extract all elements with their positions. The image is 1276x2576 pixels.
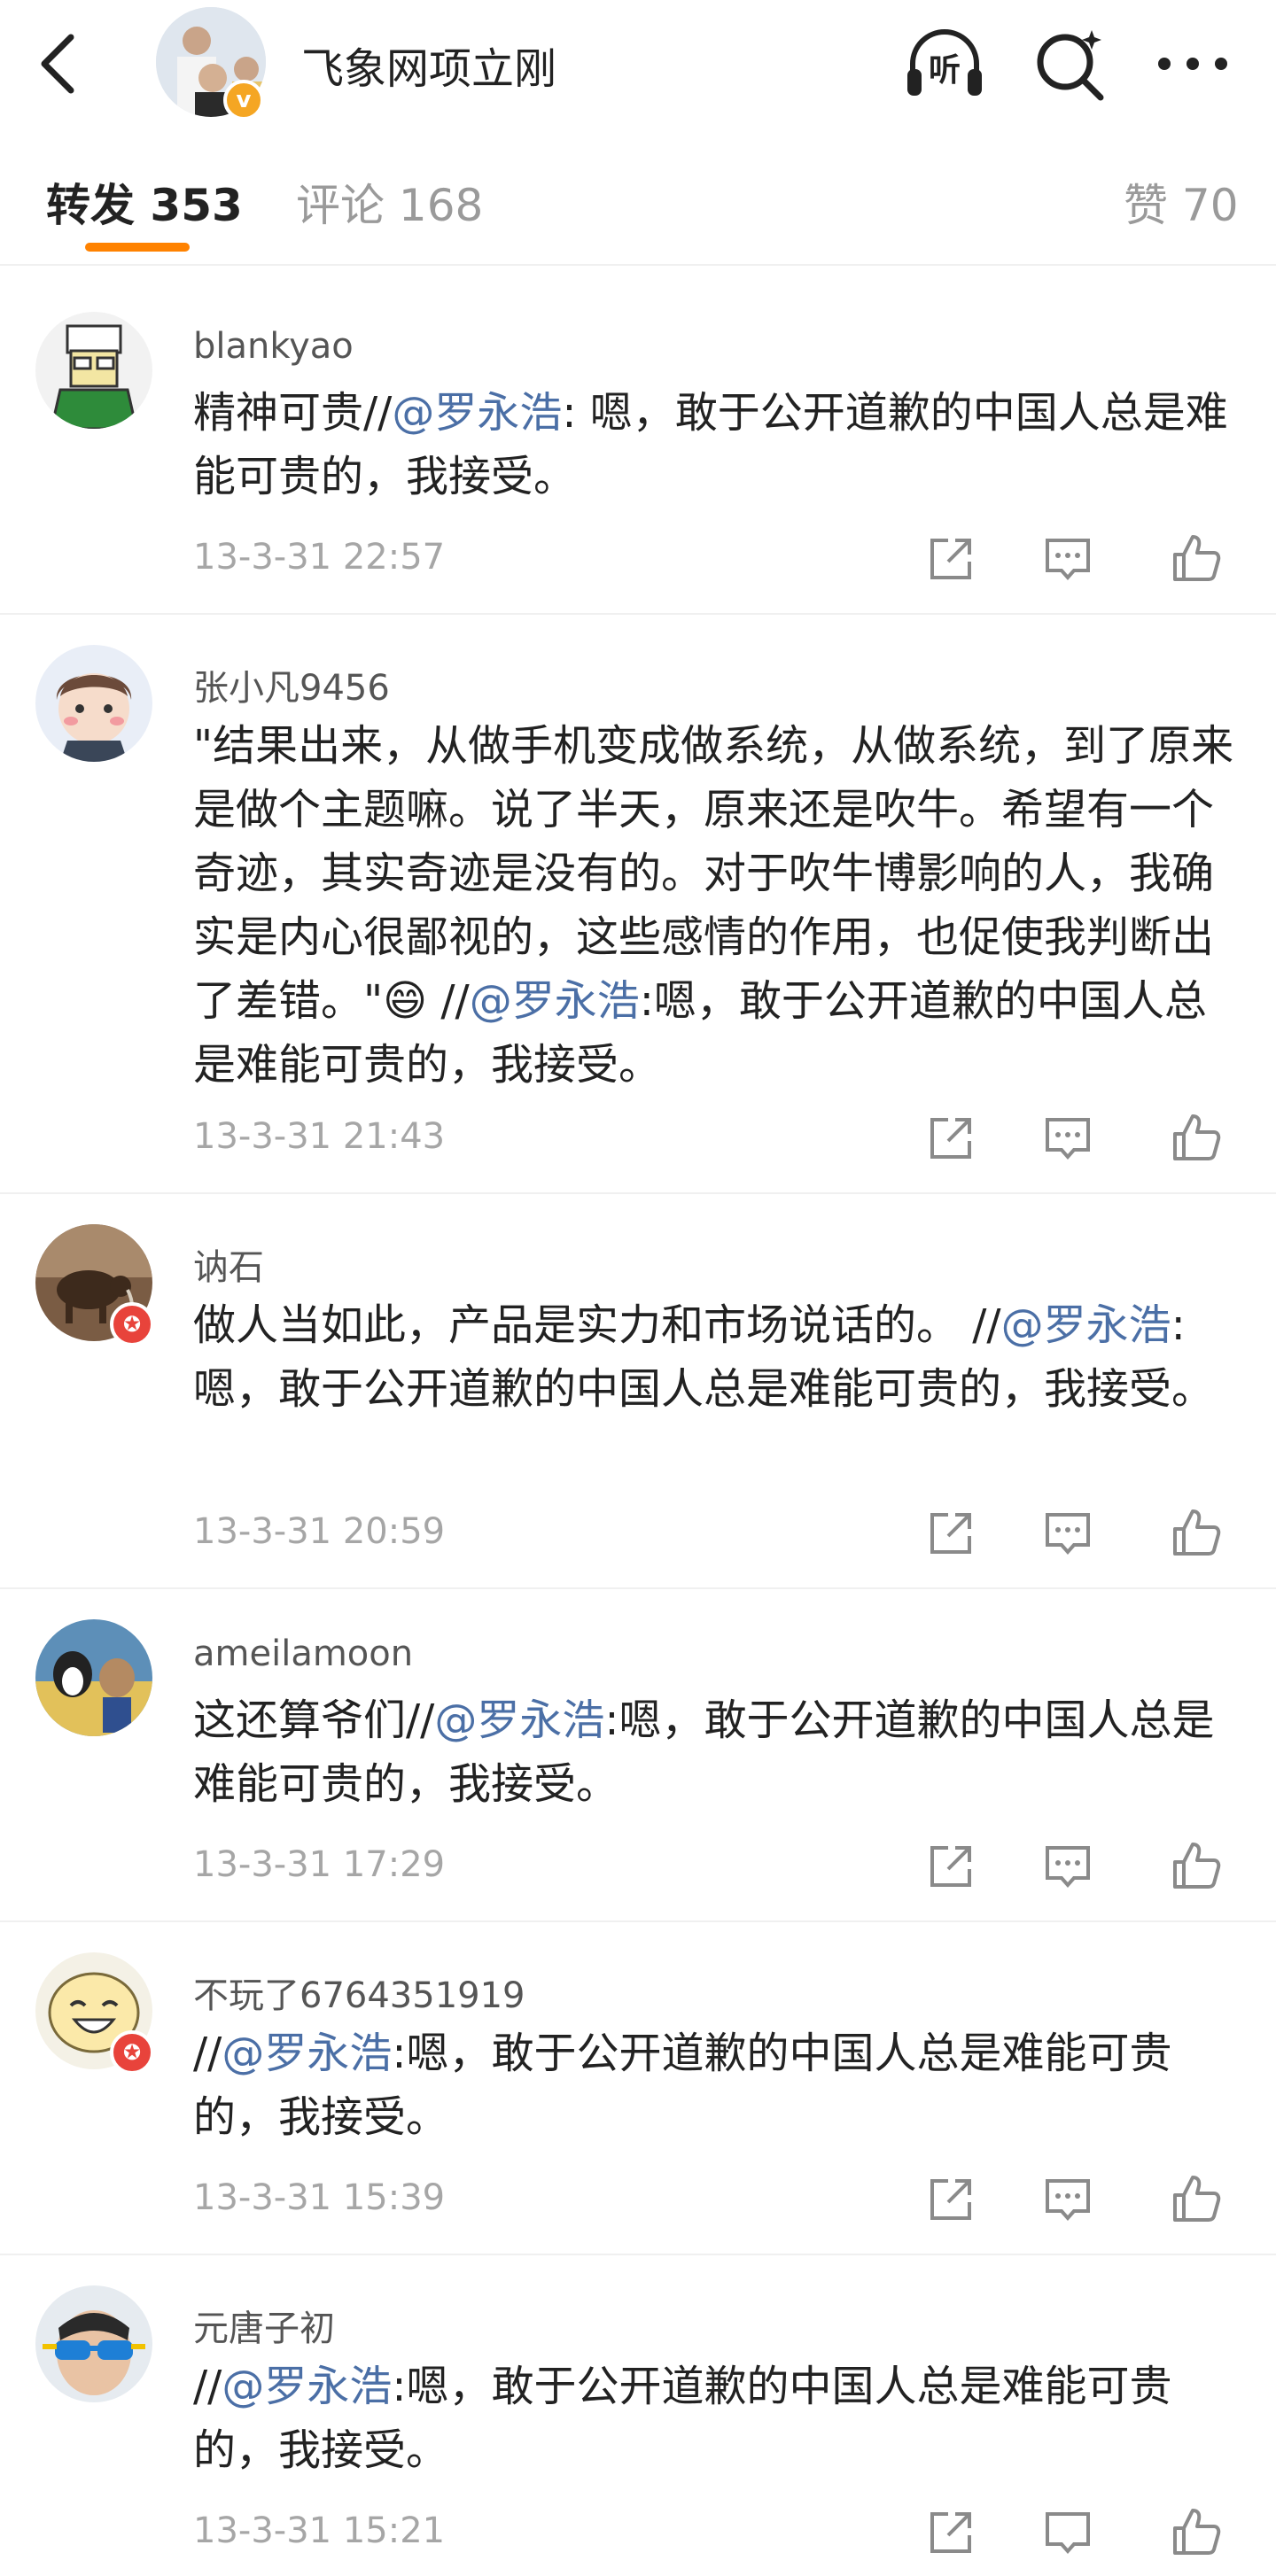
verified-badge: ✪ [110,2030,154,2075]
like-button[interactable] [1164,1835,1226,1897]
username[interactable]: blankyao [193,326,354,367]
like-button[interactable] [1164,528,1226,590]
comment-icon [1046,1118,1090,1160]
repost-button[interactable] [920,1107,982,1169]
comment-button[interactable] [1037,1835,1099,1897]
share-icon [930,2179,971,2220]
tab-bar: 转发 353 评论 168 赞 70 [0,129,1276,264]
repost-button[interactable] [920,528,982,590]
tab-comments[interactable]: 评论 168 [296,170,483,234]
list-item: 元唐子初 //@罗永浩:嗯，敢于公开道歉的中国人总是难能可贵的，我接受。 13-… [0,2255,1276,2558]
listen-button[interactable]: 听 [902,21,987,106]
timestamp: 13-3-31 21:43 [193,1116,446,1157]
thumbs-up-icon [1173,2509,1221,2555]
repost-list: blankyao 精神可贵//@罗永浩: 嗯，敢于公开道歉的中国人总是难能可贵的… [0,282,1276,2558]
repost-text: 精神可贵//@罗永浩: 嗯，敢于公开道歉的中国人总是难能可贵的，我接受。 [193,388,1228,501]
timestamp: 13-3-31 15:39 [193,2177,446,2218]
comment-button[interactable] [1037,1502,1099,1564]
mention-link[interactable]: @罗永浩 [470,976,640,1026]
timestamp: 13-3-31 15:21 [193,2510,446,2551]
like-button[interactable] [1164,2502,1226,2564]
divider [0,264,1276,266]
list-item: ✪ 不玩了6764351919 //@罗永浩:嗯，敢于公开道歉的中国人总是难能可… [0,1922,1276,2255]
search-button[interactable] [1026,21,1111,106]
mention-link[interactable]: @罗永浩 [222,2362,392,2411]
repost-button[interactable] [920,1502,982,1564]
comment-button[interactable] [1037,2502,1099,2564]
username[interactable]: 讷石 [193,1238,264,1290]
vip-badge: v [223,80,264,120]
chevron-left-icon [41,34,74,94]
share-icon [930,539,971,579]
top-bar: v 飞象网项立刚 听 [0,0,1276,129]
active-tab-indicator [85,243,190,252]
repost-button[interactable] [920,1835,982,1897]
repost-button[interactable] [920,2502,982,2564]
share-icon [930,1846,971,1887]
more-icon [1158,58,1227,70]
thumbs-up-icon [1173,1114,1221,1160]
list-item: ameilamoon 这还算爷们//@罗永浩:嗯，敢于公开道歉的中国人总是难能可… [0,1589,1276,1922]
tab-reposts[interactable]: 转发 353 [46,170,243,234]
username[interactable]: 元唐子初 [193,2300,335,2351]
username[interactable]: ameilamoon [193,1633,413,1674]
back-button[interactable] [34,28,87,99]
tab-likes[interactable]: 赞 70 [1124,170,1239,234]
list-item: ✪ 讷石 做人当如此，产品是实力和市场说话的。 //@罗永浩: 嗯，敢于公开道歉… [0,1194,1276,1589]
list-item: blankyao 精神可贵//@罗永浩: 嗯，敢于公开道歉的中国人总是难能可贵的… [0,282,1276,615]
username[interactable]: 张小凡9456 [193,659,390,710]
mention-link[interactable]: @罗永浩 [392,388,562,438]
repost-text: 做人当如此，产品是实力和市场说话的。 //@罗永浩: 嗯，敢于公开道歉的中国人总… [193,1300,1215,1414]
comment-icon [1046,2512,1090,2555]
comment-icon [1046,2179,1090,2222]
mention-link[interactable]: @罗永浩 [434,1695,604,1745]
username[interactable]: 不玩了6764351919 [193,1967,525,2018]
like-button[interactable] [1164,1107,1226,1169]
comment-icon [1046,1846,1090,1889]
timestamp: 13-3-31 17:29 [193,1844,446,1885]
like-button[interactable] [1164,1502,1226,1564]
timestamp: 13-3-31 20:59 [193,1511,446,1552]
mention-link[interactable]: @罗永浩 [1001,1300,1171,1350]
avatar[interactable] [35,312,152,429]
like-button[interactable] [1164,2169,1226,2231]
comment-button[interactable] [1037,528,1099,590]
timestamp: 13-3-31 22:57 [193,537,446,578]
more-button[interactable] [1150,21,1235,106]
repost-text: //@罗永浩:嗯，敢于公开道歉的中国人总是难能可贵的，我接受。 [193,2029,1172,2142]
repost-text: 这还算爷们//@罗永浩:嗯，敢于公开道歉的中国人总是难能可贵的，我接受。 [193,1695,1215,1809]
thumbs-up-icon [1173,1843,1221,1889]
share-icon [930,2512,971,2553]
avatar[interactable] [35,645,152,762]
thumbs-up-icon [1173,1509,1221,1556]
listen-label: 听 [928,52,961,89]
share-icon [930,1118,971,1159]
mention-link[interactable]: @罗永浩 [222,2029,392,2078]
comment-button[interactable] [1037,2169,1099,2231]
comment-icon [1046,539,1090,581]
search-icon [1037,30,1104,101]
verified-badge: ✪ [110,1302,154,1346]
repost-text: //@罗永浩:嗯，敢于公开道歉的中国人总是难能可贵的，我接受。 [193,2362,1172,2475]
repost-text: "结果出来，从做手机变成做系统，从做系统，到了原来是做个主题嘛。说了半天，原来还… [193,721,1234,1090]
avatar[interactable] [35,2285,152,2402]
page-title: 飞象网项立刚 [301,44,557,94]
thumbs-up-icon [1173,2176,1221,2222]
thumbs-up-icon [1173,535,1221,581]
comment-button[interactable] [1037,1107,1099,1169]
avatar[interactable] [35,1619,152,1736]
comment-icon [1046,1513,1090,1556]
share-icon [930,1513,971,1554]
list-item: 张小凡9456 "结果出来，从做手机变成做系统，从做系统，到了原来是做个主题嘛。… [0,615,1276,1194]
repost-button[interactable] [920,2169,982,2231]
